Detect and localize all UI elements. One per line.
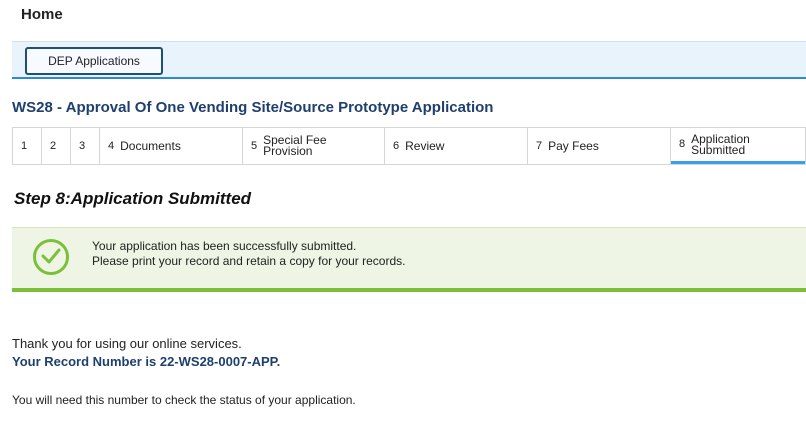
step-number: 4	[108, 139, 115, 152]
step-label: Special Fee Provision	[263, 133, 327, 158]
step-5-special-fee-provision[interactable]: 5 Special Fee Provision	[243, 128, 385, 164]
step-number: 7	[536, 139, 543, 152]
success-message: Your application has been successfully s…	[92, 239, 406, 269]
step-4-documents[interactable]: 4 Documents	[100, 128, 243, 164]
record-number: Your Record Number is 22-WS28-0007-APP.	[12, 354, 281, 369]
step-8-application-submitted[interactable]: 8 Application Submitted	[671, 128, 805, 164]
checkmark-circle-icon	[33, 239, 69, 275]
dep-applications-button[interactable]: DEP Applications	[25, 47, 163, 75]
step-label: Documents	[120, 138, 181, 153]
step-6-review[interactable]: 6 Review	[385, 128, 528, 164]
step-3[interactable]: 3	[71, 128, 100, 164]
step-7-pay-fees[interactable]: 7 Pay Fees	[528, 128, 671, 164]
step-progress-bar: 1 2 3 4 Documents 5 Special Fee Provisio…	[12, 127, 806, 165]
step-label: Application Submitted	[691, 131, 750, 157]
step-label: Pay Fees	[548, 138, 599, 153]
record-number-note: You will need this number to check the s…	[12, 393, 356, 407]
step-number: 2	[50, 139, 57, 152]
step-number: 3	[79, 139, 86, 152]
step-number: 5	[251, 139, 258, 152]
nav-bar: DEP Applications	[12, 41, 806, 79]
step-2[interactable]: 2	[42, 128, 71, 164]
step-number: 8	[679, 138, 686, 150]
step-1[interactable]: 1	[13, 128, 42, 164]
application-title: WS28 - Approval Of One Vending Site/Sour…	[12, 99, 494, 116]
step-number: 1	[21, 139, 28, 152]
success-message-panel: Your application has been successfully s…	[12, 227, 806, 292]
success-line-2: Please print your record and retain a co…	[92, 254, 406, 268]
thank-you-text: Thank you for using our online services.	[12, 336, 242, 351]
step-label: Review	[405, 138, 445, 153]
step-heading: Step 8:Application Submitted	[14, 189, 252, 208]
step-number: 6	[393, 139, 400, 152]
success-line-1: Your application has been successfully s…	[92, 239, 357, 253]
home-link[interactable]: Home	[21, 6, 63, 23]
